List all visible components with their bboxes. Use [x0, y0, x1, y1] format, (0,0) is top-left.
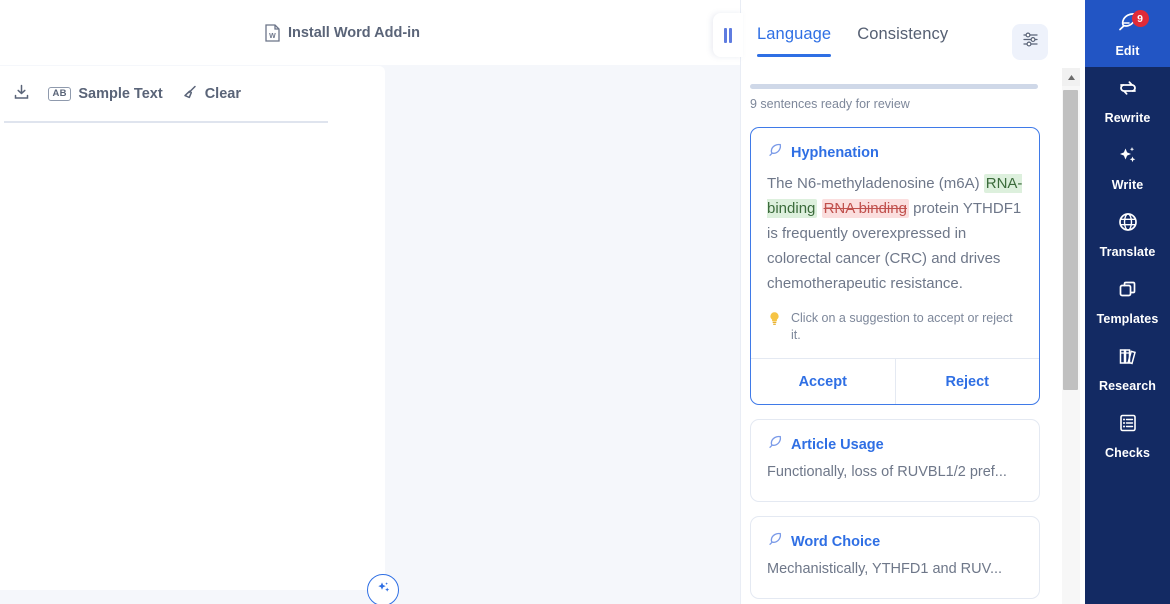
collapse-bar-icon — [724, 27, 727, 43]
card-suggestion-text: The N6-methyladenosine (m6A) RNA-binding… — [751, 163, 1039, 296]
collapse-panel-button[interactable] — [713, 13, 743, 57]
word-document-icon: W — [265, 23, 280, 42]
rail-label: Research — [1098, 379, 1157, 393]
rail-item-edit[interactable]: 9 Edit — [1085, 0, 1170, 67]
svg-text:W: W — [269, 33, 276, 40]
progress-track — [750, 84, 1038, 89]
document-toolbar: AB Sample Text Clear — [0, 66, 385, 122]
collapse-bar-icon — [729, 27, 732, 43]
panel-scrollbar[interactable] — [1062, 68, 1080, 604]
tab-language[interactable]: Language — [757, 25, 832, 57]
download-button[interactable] — [4, 77, 39, 112]
clear-button[interactable]: Clear — [172, 78, 250, 111]
doc-line: UVBL1 and RUVBL2 as putative — [0, 234, 385, 259]
card-header: Word Choice — [751, 517, 1039, 552]
rail-label: Rewrite — [1104, 111, 1151, 125]
sparkle-write-icon — [1116, 143, 1140, 172]
download-icon — [12, 83, 31, 106]
doc-line: he growth ofYTHDF1-high CRC cells, — [0, 284, 385, 309]
doc-line: ented independent predictors of poor — [0, 259, 385, 284]
document-sheet: AB Sample Text Clear y overexpressed in … — [0, 66, 385, 590]
doc-line: acological inhibitor CB6644 or vesicle-l… — [0, 459, 385, 484]
document-text[interactable]: y overexpressed in colorectal cancer (CR… — [0, 184, 385, 534]
review-status-text: 9 sentences ready for review — [750, 97, 910, 111]
doc-line: rkers and druggable targets that regulat… — [0, 509, 385, 534]
rail-label: Checks — [1104, 446, 1151, 460]
card-tip-text: Click on a suggestion to accept or rejec… — [791, 311, 1013, 342]
card-title: Hyphenation — [791, 144, 879, 161]
top-bar: W Install Word Add-in — [0, 0, 740, 65]
right-nav-rail: 9 Edit Rewrite Write Translate Templates… — [1085, 0, 1170, 604]
suggestion-card-article-usage[interactable]: Article Usage Functionally, loss of RUVB… — [750, 419, 1040, 502]
checklist-icon — [1116, 411, 1140, 440]
globe-icon — [1116, 210, 1140, 239]
reject-button[interactable]: Reject — [896, 359, 1040, 404]
card-preview-text: Mechanistically, YTHFD1 and RUV... — [767, 561, 1003, 577]
text-before: The N6-methyladenosine (m6A) — [767, 175, 984, 192]
rail-item-write[interactable]: Write — [1085, 134, 1170, 201]
doc-line: ation complexes. Consequently, RUVBL1/2 — [0, 384, 385, 409]
doc-line: activation of MAPK, RAS and PI3K-AKT — [0, 434, 385, 459]
lightbulb-icon — [767, 310, 782, 332]
rail-item-checks[interactable]: Checks — [1085, 402, 1170, 469]
suggestion-card-hyphenation[interactable]: Hyphenation The N6-methyladenosine (m6A)… — [750, 127, 1040, 405]
card-tip: Click on a suggestion to accept or rejec… — [751, 296, 1039, 358]
doc-line: chanistically, YTHFD1 and RUVBL1/2 — [0, 309, 385, 334]
ai-sparkle-icon — [375, 579, 392, 601]
toolbar-divider — [4, 121, 328, 123]
accept-button[interactable]: Accept — [751, 359, 895, 404]
rail-label: Translate — [1099, 245, 1156, 259]
card-title: Article Usage — [791, 436, 884, 453]
rail-label: Templates — [1096, 312, 1159, 326]
panel-settings-button[interactable] — [1012, 24, 1048, 60]
ab-badge-icon: AB — [48, 86, 72, 102]
card-header: Hyphenation — [751, 128, 1039, 163]
original-text[interactable]: RNA binding — [821, 199, 909, 218]
feather-pen-icon — [767, 142, 783, 163]
doc-line: YTHDF1 bound to m6A-modified — [0, 334, 385, 359]
sample-text-button[interactable]: AB Sample Text — [39, 80, 172, 108]
rail-label: Edit — [1115, 44, 1140, 58]
sliders-settings-icon — [1021, 30, 1040, 54]
rewrite-arrows-icon — [1116, 76, 1140, 105]
ai-assistant-button[interactable] — [367, 574, 399, 604]
review-progress-bar — [750, 84, 1038, 89]
rail-item-translate[interactable]: Translate — [1085, 201, 1170, 268]
feather-pen-icon — [767, 531, 783, 552]
clear-label: Clear — [204, 86, 241, 102]
suggestion-card-list: Hyphenation The N6-methyladenosine (m6A)… — [750, 127, 1040, 604]
broom-icon — [181, 84, 198, 105]
rail-item-rewrite[interactable]: Rewrite — [1085, 67, 1170, 134]
rail-item-templates[interactable]: Templates — [1085, 268, 1170, 335]
doc-line: y overexpressed in colorectal cancer (CR… — [0, 184, 385, 209]
rail-item-research[interactable]: Research — [1085, 335, 1170, 402]
rail-label: Write — [1111, 178, 1144, 192]
scrollbar-thumb[interactable] — [1063, 90, 1078, 390]
doc-line: ble targets in CRC with high expression … — [0, 209, 385, 234]
app-root: W Install Word Add-in AB Sample Text Cle… — [0, 0, 1170, 604]
copy-layers-icon — [1116, 277, 1140, 306]
doc-line: Co-IP and mass spectrometry identified — [0, 359, 385, 384]
card-preview-text: Functionally, loss of RUVBL1/2 pref... — [767, 464, 1007, 480]
edit-badge-count: 9 — [1131, 10, 1149, 27]
doc-line: THDF1-expressing CRC in vitro and in viv… — [0, 484, 385, 509]
feather-pen-icon — [767, 434, 783, 455]
suggestion-card-word-choice[interactable]: Word Choice Mechanistically, YTHFD1 and … — [750, 516, 1040, 599]
scroll-up-button[interactable] — [1062, 68, 1080, 86]
books-icon — [1116, 344, 1140, 373]
sample-text-label: Sample Text — [78, 86, 163, 102]
install-word-addin-label: Install Word Add-in — [287, 24, 421, 41]
card-actions: Accept Reject — [751, 358, 1039, 404]
tab-consistency[interactable]: Consistency — [857, 25, 948, 48]
card-header: Article Usage — [751, 420, 1039, 455]
install-word-addin-button[interactable]: W Install Word Add-in — [255, 18, 430, 48]
document-area: W Install Word Add-in AB Sample Text Cle… — [0, 0, 743, 604]
doc-line: n biosynthesis, leading to proliferative — [0, 409, 385, 434]
card-title: Word Choice — [791, 533, 881, 550]
